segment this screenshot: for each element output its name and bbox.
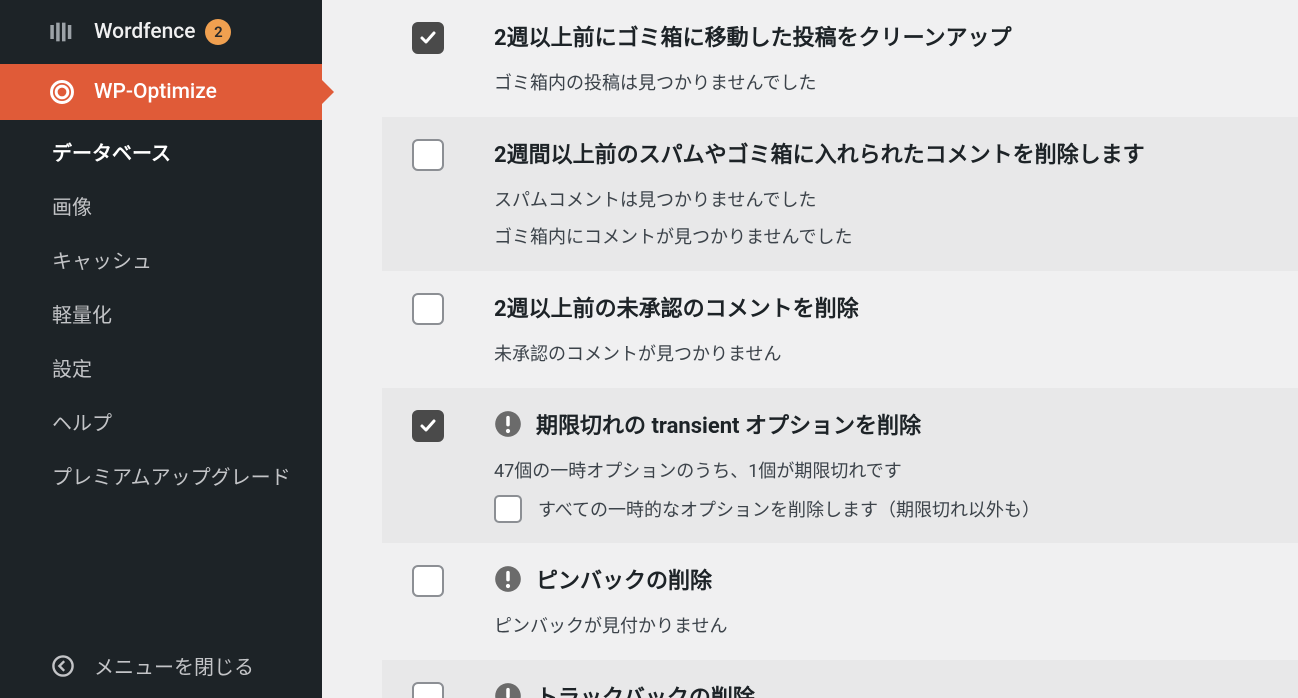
main-content: 2週以上前にゴミ箱に移動した投稿をクリーンアップゴミ箱内の投稿は見つかりませんで… [322,0,1298,698]
optimization-title-text: ピンバックの削除 [536,563,712,595]
sidebar-item-wordfence[interactable]: Wordfence 2 [0,0,322,64]
sub-option-checkbox[interactable] [494,495,522,523]
optimization-row: 2週以上前の未承認のコメントを削除未承認のコメントが見つかりません [382,271,1298,388]
optimization-title-text: 2週以上前の未承認のコメントを削除 [494,291,859,323]
admin-sidebar: Wordfence 2 WP-Optimize データベース 画像 キャッシュ … [0,0,322,698]
optimization-title-text: 2週間以上前のスパムやゴミ箱に入れられたコメントを削除します [494,137,1145,169]
optimization-row: トラックバックの削除 [382,660,1298,698]
optimization-checkbox[interactable] [412,565,444,597]
submenu-item-help[interactable]: ヘルプ [0,396,322,450]
optimization-description: ゴミ箱内の投稿は見つかりませんでした [494,70,1274,97]
optimization-checkbox[interactable] [412,682,444,698]
sub-option-label: すべての一時的なオプションを削除します（期限切れ以外も） [538,496,1040,522]
optimization-checkbox[interactable] [412,139,444,171]
menu-label: WP-Optimize [94,80,217,104]
notification-badge: 2 [205,19,231,45]
optimization-title: 2週以上前にゴミ箱に移動した投稿をクリーンアップ [494,20,1274,52]
optimization-title-text: 2週以上前にゴミ箱に移動した投稿をクリーンアップ [494,20,1012,52]
collapse-menu-button[interactable]: メニューを閉じる [0,633,322,698]
optimization-description: 47個の一時オプションのうち、1個が期限切れです [494,458,1274,485]
optimization-checkbox[interactable] [412,22,444,54]
optimization-title: 期限切れの transient オプションを削除 [494,408,1274,440]
submenu-item-cache[interactable]: キャッシュ [0,234,322,288]
wpoptimize-icon [48,78,76,106]
sidebar-item-wpoptimize[interactable]: WP-Optimize [0,64,322,120]
submenu-item-premium[interactable]: プレミアムアップグレード [0,450,322,504]
optimization-row: 期限切れの transient オプションを削除 47個の一時オプションのうち、1… [382,388,1298,543]
optimization-checkbox[interactable] [412,293,444,325]
optimization-title: 2週以上前の未承認のコメントを削除 [494,291,1274,323]
warning-icon [494,565,522,593]
warning-icon [494,682,522,698]
submenu-item-minify[interactable]: 軽量化 [0,288,322,342]
menu-label: Wordfence [94,20,195,44]
optimization-checkbox[interactable] [412,410,444,442]
submenu-item-database[interactable]: データベース [0,126,322,180]
optimization-description: ゴミ箱内にコメントが見つかりませんでした [494,224,1274,251]
optimization-row: ピンバックの削除ピンバックが見付かりません [382,543,1298,660]
optimization-description: ピンバックが見付かりません [494,613,1274,640]
optimization-row: 2週以上前にゴミ箱に移動した投稿をクリーンアップゴミ箱内の投稿は見つかりませんで… [382,0,1298,117]
optimization-title: 2週間以上前のスパムやゴミ箱に入れられたコメントを削除します [494,137,1274,169]
optimization-row: 2週間以上前のスパムやゴミ箱に入れられたコメントを削除しますスパムコメントは見つ… [382,117,1298,271]
optimization-title-text: 期限切れの transient オプションを削除 [536,408,921,440]
optimization-description: 未承認のコメントが見つかりません [494,341,1274,368]
wpoptimize-submenu: データベース 画像 キャッシュ 軽量化 設定 ヘルプ プレミアムアップグレード [0,120,322,516]
wordfence-icon [48,18,76,46]
optimization-title-text: トラックバックの削除 [536,680,755,698]
optimization-title: トラックバックの削除 [494,680,1274,698]
sub-option: すべての一時的なオプションを削除します（期限切れ以外も） [494,495,1274,523]
submenu-item-images[interactable]: 画像 [0,180,322,234]
warning-icon [494,410,522,438]
optimization-description: スパムコメントは見つかりませんでした [494,187,1274,214]
submenu-item-settings[interactable]: 設定 [0,342,322,396]
optimization-title: ピンバックの削除 [494,563,1274,595]
collapse-label: メニューを閉じる [94,651,254,680]
collapse-icon [50,653,76,679]
